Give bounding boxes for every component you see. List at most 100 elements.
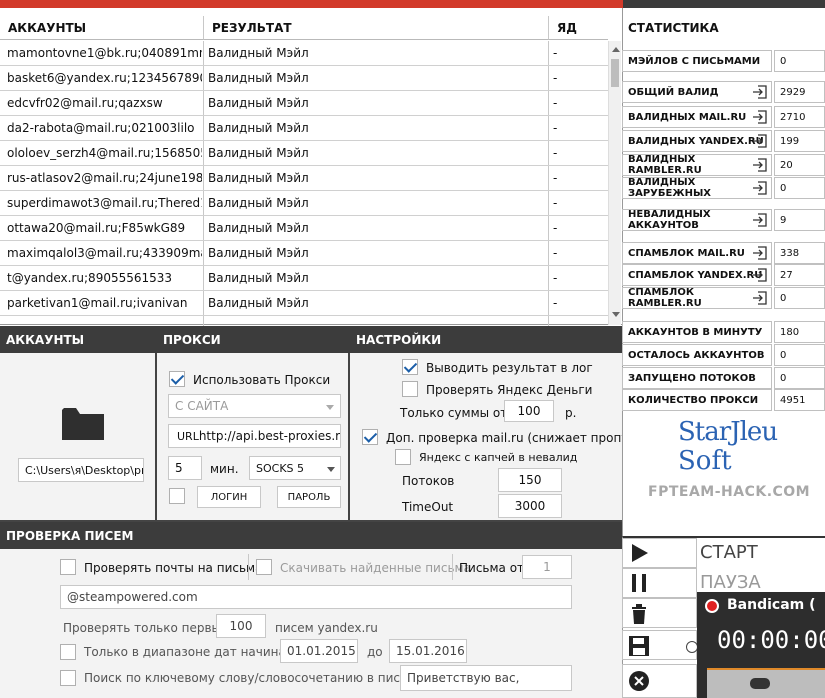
gamepad-icon — [750, 678, 770, 689]
export-icon[interactable] — [752, 267, 768, 283]
date-to-label: до — [367, 645, 383, 659]
table-row[interactable]: parketivan1@mail.ru;ivanivan Валидный Мэй… — [0, 291, 608, 316]
stat-name: ВАЛИДНЫХ YANDEX.RU — [622, 130, 772, 152]
table-row[interactable]: basket6@yandex.ru;1234567890 Валидный Мэй… — [0, 66, 608, 91]
result-cell: Валидный Мэйл — [208, 296, 309, 310]
settings-panel-title: НАСТРОЙКИ — [350, 326, 622, 353]
folder-icon[interactable] — [62, 406, 104, 442]
stats-title: СТАТИСТИКА — [628, 21, 719, 35]
export-icon[interactable] — [752, 133, 768, 149]
date-from-input[interactable]: 01.01.2015 — [280, 639, 358, 663]
log-result-checkbox[interactable] — [402, 359, 418, 375]
table-row[interactable]: edcvfr02@mail.ru;qazxsw Валидный Мэйл - — [0, 91, 608, 116]
column-header-yd[interactable]: ЯД — [548, 16, 608, 40]
pause-label[interactable]: ПАУЗА — [700, 572, 761, 593]
proxy-url-field[interactable]: URL http://api.best-proxies.ru — [168, 424, 341, 448]
stat-value: 0 — [774, 50, 825, 72]
chevron-down-icon — [326, 405, 334, 410]
bandicam-toolbar[interactable] — [707, 668, 825, 698]
yd-cell: - — [553, 46, 558, 60]
export-icon[interactable] — [752, 180, 768, 196]
stat-row: АККАУНТОВ В МИНУТУ 180 — [622, 321, 825, 343]
proxy-interval-input[interactable]: 5 — [168, 456, 202, 480]
column-header-accounts[interactable]: АККАУНТЫ — [0, 16, 203, 40]
use-proxy-checkbox[interactable] — [169, 371, 185, 387]
table-row[interactable]: t@yandex.ru;89055561533 Валидный Мэйл - — [0, 266, 608, 291]
column-header-result[interactable]: РЕЗУЛЬТАТ — [203, 16, 548, 40]
table-row[interactable]: da2-rabota@mail.ru;021003lilo Валидный Мэ… — [0, 116, 608, 141]
save-icon — [629, 636, 649, 656]
extra-mailru-checkbox[interactable] — [362, 429, 378, 445]
sender-filter-input[interactable]: @steampowered.com — [60, 585, 572, 609]
result-cell: Валидный Мэйл — [208, 121, 309, 135]
start-button[interactable] — [622, 538, 697, 568]
export-icon[interactable] — [752, 245, 768, 261]
date-to-input[interactable]: 15.01.2016 — [389, 639, 467, 663]
export-icon[interactable] — [752, 212, 768, 228]
table-row[interactable]: mamontovne1@bk.ru;040891mne Валидный Мэйл… — [0, 41, 608, 66]
proxy-auth-checkbox[interactable] — [169, 488, 185, 504]
exit-button[interactable] — [622, 664, 697, 698]
result-cell: Валидный Мэйл — [208, 221, 309, 235]
scrollbar-thumb[interactable] — [611, 59, 619, 87]
url-label: URL — [177, 429, 199, 443]
stat-row: КОЛИЧЕСТВО ПРОКСИ 4951 — [622, 389, 825, 411]
stat-value: 27 — [774, 264, 825, 286]
keyword-input[interactable]: Приветствую вас, — [400, 665, 572, 691]
stat-name: КОЛИЧЕСТВО ПРОКСИ — [622, 389, 772, 411]
result-cell: Валидный Мэйл — [208, 146, 309, 160]
threads-label: Потоков — [402, 474, 455, 488]
record-icon — [705, 599, 719, 613]
interval-unit-label: мин. — [210, 462, 239, 476]
divider — [452, 554, 453, 580]
yd-cell: - — [553, 71, 558, 85]
clear-button[interactable] — [622, 598, 697, 628]
export-icon[interactable] — [752, 84, 768, 100]
table-scrollbar[interactable] — [608, 41, 621, 325]
stat-value: 20 — [774, 154, 825, 176]
table-row[interactable]: ottawa20@mail.ru;F85wkG89 Валидный Мэйл - — [0, 216, 608, 241]
account-cell: superdimawot3@mail.ru;Thered123 — [7, 196, 202, 210]
proxy-password-button[interactable]: ПАРОЛЬ — [277, 486, 341, 508]
letters-from-input[interactable]: 1 — [522, 555, 572, 579]
yd-cell: - — [553, 171, 558, 185]
sums-from-input[interactable]: 100 — [504, 400, 554, 422]
check-first-label: Проверять только первые — [63, 621, 229, 635]
stat-row: ВАЛИДНЫХ YANDEX.RU 199 — [622, 130, 825, 152]
proxy-panel: ПРОКСИ Использовать Прокси С САЙТА URL h… — [157, 326, 350, 520]
result-cell: Валидный Мэйл — [208, 246, 309, 260]
yd-cell: - — [553, 96, 558, 110]
export-icon[interactable] — [752, 157, 768, 173]
check-first-input[interactable]: 100 — [216, 614, 266, 638]
accounts-file-path[interactable]: C:\Users\я\Desktop\pr — [18, 458, 144, 482]
check-letters-checkbox[interactable] — [60, 559, 76, 575]
threads-input[interactable]: 150 — [498, 468, 562, 492]
export-icon[interactable] — [752, 109, 768, 125]
keyword-search-checkbox[interactable] — [60, 670, 76, 686]
table-row[interactable]: ololoev_serzh4@mail.ru;156850549ic Валидн… — [0, 141, 608, 166]
scroll-up-icon[interactable] — [612, 47, 620, 52]
timeout-input[interactable]: 3000 — [498, 494, 562, 518]
accounts-table: АККАУНТЫ РЕЗУЛЬТАТ ЯД mamontovne1@bk.ru;… — [0, 8, 622, 326]
check-yandex-money-checkbox[interactable] — [402, 381, 418, 397]
pause-button[interactable] — [622, 568, 697, 598]
yandex-captcha-label: Яндекс с капчей в невалид — [419, 451, 578, 464]
accounts-panel-title: АККАУНТЫ — [0, 326, 157, 353]
bandicam-timer: 00:00:00 — [717, 626, 825, 654]
stat-name: НЕВАЛИДНЫХ АККАУНТОВ — [622, 209, 772, 231]
proxy-login-button[interactable]: ЛОГИН — [197, 486, 261, 508]
export-icon[interactable] — [752, 290, 768, 306]
stat-row: ВАЛИДНЫХ RAMBLER.RU 20 — [622, 154, 825, 176]
yd-cell: - — [553, 121, 558, 135]
table-row[interactable]: rus-atlasov2@mail.ru;24june1985 Валидный … — [0, 166, 608, 191]
scroll-down-icon[interactable] — [612, 312, 620, 317]
table-row[interactable]: superdimawot3@mail.ru;Thered123 Валидный … — [0, 191, 608, 216]
table-row[interactable]: maximqalol3@mail.ru;433909max Валидный Мэ… — [0, 241, 608, 266]
download-letters-checkbox[interactable] — [256, 559, 272, 575]
start-label[interactable]: СТАРТ — [700, 542, 758, 563]
proxy-source-select[interactable]: С САЙТА — [168, 394, 341, 418]
settings-panel: НАСТРОЙКИ Выводить результат в лог Прове… — [350, 326, 647, 520]
stat-row: ВАЛИДНЫХ MAIL.RU 2710 — [622, 106, 825, 128]
yandex-captcha-checkbox[interactable] — [395, 449, 411, 465]
date-range-checkbox[interactable] — [60, 644, 76, 660]
